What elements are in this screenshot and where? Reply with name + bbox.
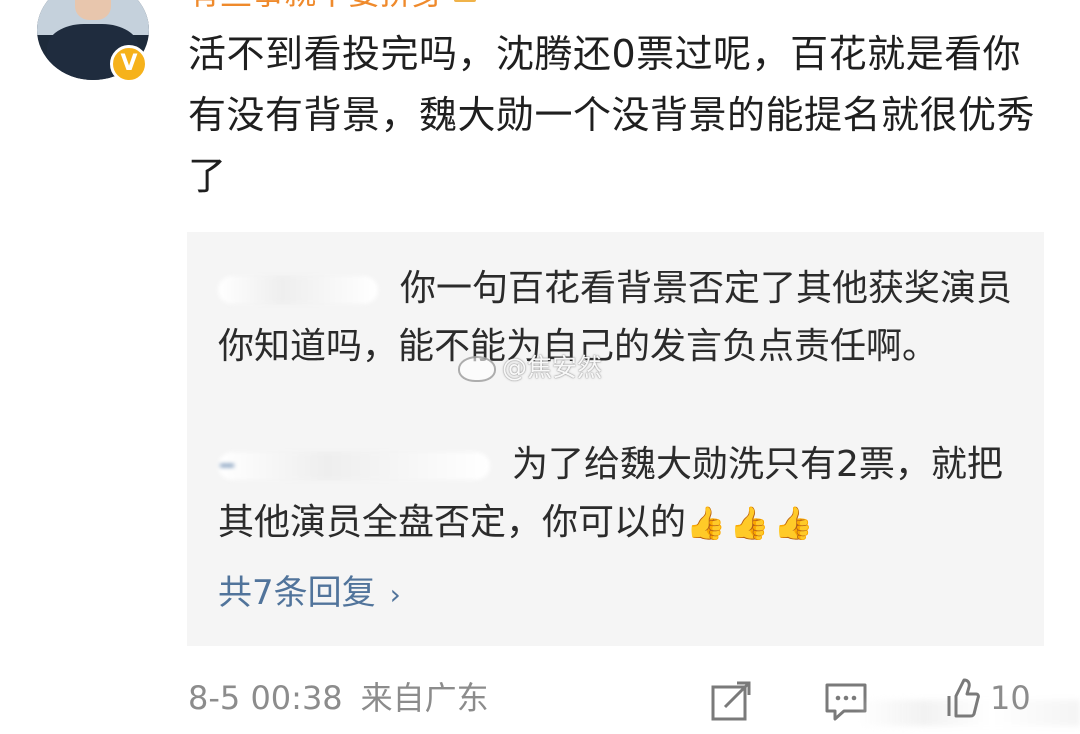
level-badge-icon <box>454 0 477 2</box>
view-more-replies-link[interactable]: 共7条回复 › <box>218 570 401 618</box>
comment-location: 来自广东 <box>360 679 489 717</box>
comment-time: 8-5 00:38 <box>188 679 343 717</box>
comment-username[interactable]: 有些事就不要拼身 <box>188 0 477 8</box>
watermark: @焦安然 <box>458 350 602 386</box>
reply-username-redacted <box>218 276 378 304</box>
verified-badge-icon: V <box>110 45 148 83</box>
more-replies-label[interactable]: 共7条回复 <box>218 573 376 613</box>
comment-text: 活不到看投完吗，沈腾还0票过呢，百花就是看你有没有背景，魏大勋一个没背景的能提名… <box>188 32 1036 198</box>
reply-item[interactable]: 你一句百花看背景否定了其他获奖演员你知道吗，能不能为自己的发言负点责任啊。 <box>218 260 1018 376</box>
username-text[interactable]: 有些事就不要拼身 <box>188 0 444 8</box>
chevron-right-icon: › <box>389 578 401 611</box>
watermark-text: @焦安然 <box>502 353 603 382</box>
reply-item[interactable]: 为了给魏大勋洗只有2票，就把其他演员全盘否定，你可以的👍👍👍 <box>218 436 1018 552</box>
comment-meta: 8-5 00:38 来自广东 <box>188 676 489 720</box>
thumbs-up-emoji-icon: 👍👍👍 <box>686 504 818 542</box>
weibo-logo-icon <box>458 356 496 382</box>
like-count: 10 <box>990 679 1031 717</box>
share-icon[interactable] <box>711 681 753 721</box>
like-icon[interactable] <box>946 676 980 720</box>
reply-username-redacted <box>218 452 490 480</box>
replies-panel[interactable]: 你一句百花看背景否定了其他获奖演员你知道吗，能不能为自己的发言负点责任啊。 为了… <box>187 232 1044 646</box>
